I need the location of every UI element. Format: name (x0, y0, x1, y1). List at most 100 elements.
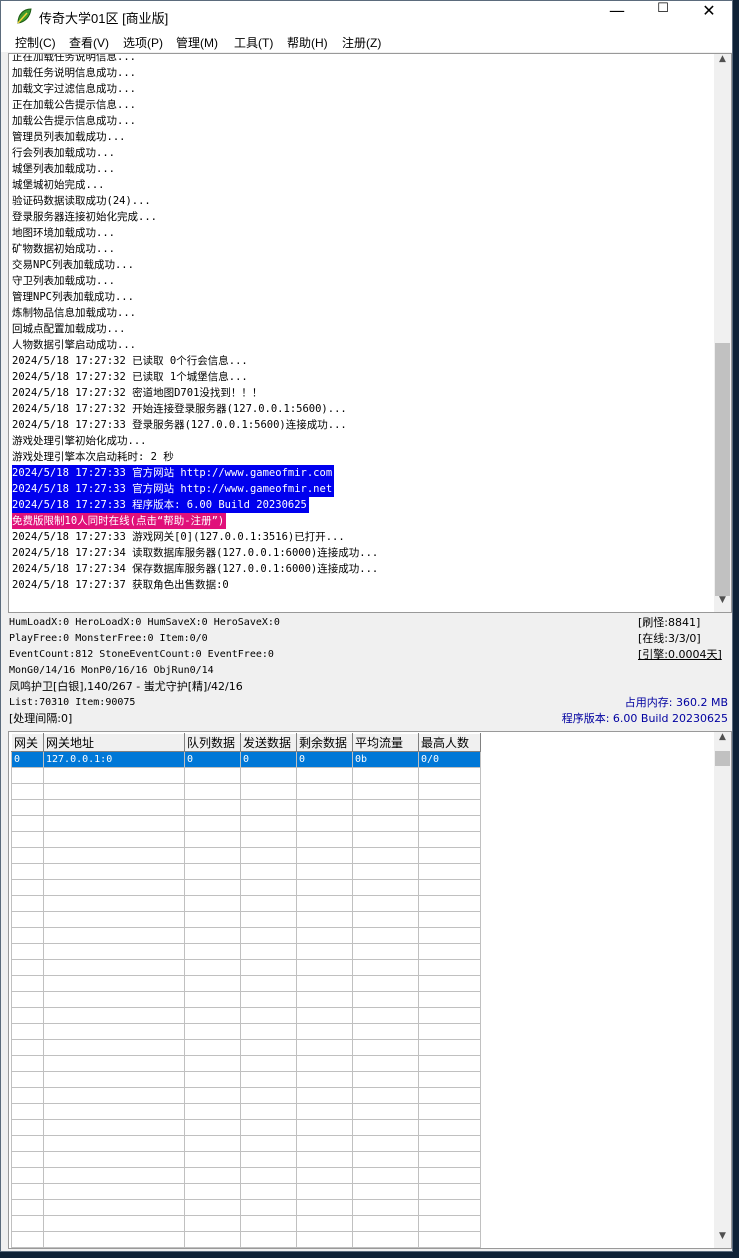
table-row[interactable] (11, 767, 481, 784)
menu-tools[interactable]: 工具(T) (234, 34, 273, 51)
table-row[interactable] (11, 895, 481, 912)
table-cell (11, 799, 44, 816)
table-cell (11, 767, 44, 784)
table-cell (352, 975, 419, 992)
table-cell (418, 879, 481, 896)
table-cell (418, 831, 481, 848)
table-cell (184, 1071, 241, 1088)
menu-help[interactable]: 帮助(H) (287, 34, 328, 51)
table-row[interactable] (11, 1151, 481, 1168)
table-cell (352, 815, 419, 832)
column-header[interactable]: 最高人数 (418, 733, 481, 752)
table-cell (11, 863, 44, 880)
table-cell (184, 1231, 241, 1248)
table-row[interactable] (11, 1023, 481, 1040)
table-cell (43, 1055, 185, 1072)
table-cell (184, 1023, 241, 1040)
table-cell (418, 1023, 481, 1040)
scroll-up-icon[interactable]: ▲ (714, 54, 731, 71)
window-title: 传奇大学01区 [商业版] (39, 11, 169, 26)
table-cell (11, 847, 44, 864)
table-row[interactable] (11, 959, 481, 976)
column-header[interactable]: 网关 (11, 733, 44, 752)
table-row[interactable] (11, 1231, 481, 1248)
log-line-text: 行会列表加载成功... (12, 147, 115, 159)
menu-view[interactable]: 查看(V) (69, 34, 109, 51)
table-cell (43, 1039, 185, 1056)
menu-register[interactable]: 注册(Z) (342, 34, 381, 51)
table-row[interactable] (11, 1007, 481, 1024)
log-line-text: 2024/5/18 17:27:32 开始连接登录服务器(127.0.0.1:5… (12, 403, 347, 415)
table-cell (352, 1055, 419, 1072)
close-button[interactable]: ✕ (686, 1, 732, 31)
table-cell (11, 1231, 44, 1248)
table-row[interactable] (11, 815, 481, 832)
table-cell (43, 1183, 185, 1200)
table-row[interactable] (11, 1135, 481, 1152)
minimize-button[interactable]: — (594, 1, 640, 31)
table-cell (184, 863, 241, 880)
table-row[interactable] (11, 847, 481, 864)
menu-manage[interactable]: 管理(M) (176, 34, 218, 51)
table-row[interactable] (11, 911, 481, 928)
table-row[interactable]: 0 127.0.0.1:0 0 0 0 0b 0/0 (11, 751, 481, 768)
table-cell (418, 975, 481, 992)
table-cell (418, 767, 481, 784)
column-header[interactable]: 剩余数据 (296, 733, 353, 752)
column-header[interactable]: 网关地址 (43, 733, 185, 752)
table-row[interactable] (11, 991, 481, 1008)
menu-control[interactable]: 控制(C) (15, 34, 56, 51)
table-row[interactable] (11, 1215, 481, 1232)
log-line: 游戏处理引擎本次启动耗时: 2 秒 (12, 449, 717, 465)
grid-scroll-thumb[interactable] (715, 751, 730, 766)
table-cell (11, 1167, 44, 1184)
table-row[interactable] (11, 1119, 481, 1136)
log-scrollbar[interactable]: ▲ ▼ (714, 54, 731, 612)
column-header[interactable]: 发送数据 (240, 733, 297, 752)
column-header[interactable]: 平均流量 (352, 733, 419, 752)
grid-scrollbar[interactable]: ▲ ▼ (714, 732, 731, 1248)
grid-scroll-up-icon[interactable]: ▲ (714, 732, 731, 749)
scroll-down-icon[interactable]: ▼ (714, 595, 731, 612)
table-row[interactable] (11, 1071, 481, 1088)
table-row[interactable] (11, 943, 481, 960)
table-row[interactable] (11, 1087, 481, 1104)
grid-scroll-down-icon[interactable]: ▼ (714, 1231, 731, 1248)
table-cell (418, 1215, 481, 1232)
table-row[interactable] (11, 799, 481, 816)
table-row[interactable] (11, 1103, 481, 1120)
table-row[interactable] (11, 927, 481, 944)
log-line-text: 管理员列表加载成功... (12, 131, 126, 143)
table-cell (352, 1007, 419, 1024)
table-row[interactable] (11, 1039, 481, 1056)
table-row[interactable] (11, 1167, 481, 1184)
table-cell (296, 975, 353, 992)
column-header[interactable]: 队列数据 (184, 733, 241, 752)
table-row[interactable] (11, 783, 481, 800)
table-cell (296, 991, 353, 1008)
table-row[interactable] (11, 975, 481, 992)
table-cell (296, 1039, 353, 1056)
table-row[interactable] (11, 879, 481, 896)
table-cell (240, 1167, 297, 1184)
scroll-thumb[interactable] (715, 343, 730, 596)
table-cell (184, 1151, 241, 1168)
table-row[interactable] (11, 863, 481, 880)
table-row[interactable] (11, 1055, 481, 1072)
table-row[interactable] (11, 831, 481, 848)
table-cell (184, 991, 241, 1008)
maximize-button[interactable]: ☐ (640, 1, 686, 31)
log-line: 2024/5/18 17:27:33 登录服务器(127.0.0.1:5600)… (12, 417, 717, 433)
title-bar[interactable]: 传奇大学01区 [商业版] — ☐ ✕ (1, 1, 732, 31)
table-cell (418, 1231, 481, 1248)
table-row[interactable] (11, 1183, 481, 1200)
table-cell (352, 767, 419, 784)
log-panel[interactable]: 正在加载任务说明信息... 加载任务说明信息成功... 加载文字过滤信息成功... 正… (8, 53, 732, 613)
table-cell (240, 1135, 297, 1152)
menu-options[interactable]: 选项(P) (123, 34, 163, 51)
table-row[interactable] (11, 1199, 481, 1216)
log-line: 城堡列表加载成功... (12, 161, 717, 177)
table-cell (240, 943, 297, 960)
table-cell (240, 1023, 297, 1040)
table-cell (418, 1071, 481, 1088)
